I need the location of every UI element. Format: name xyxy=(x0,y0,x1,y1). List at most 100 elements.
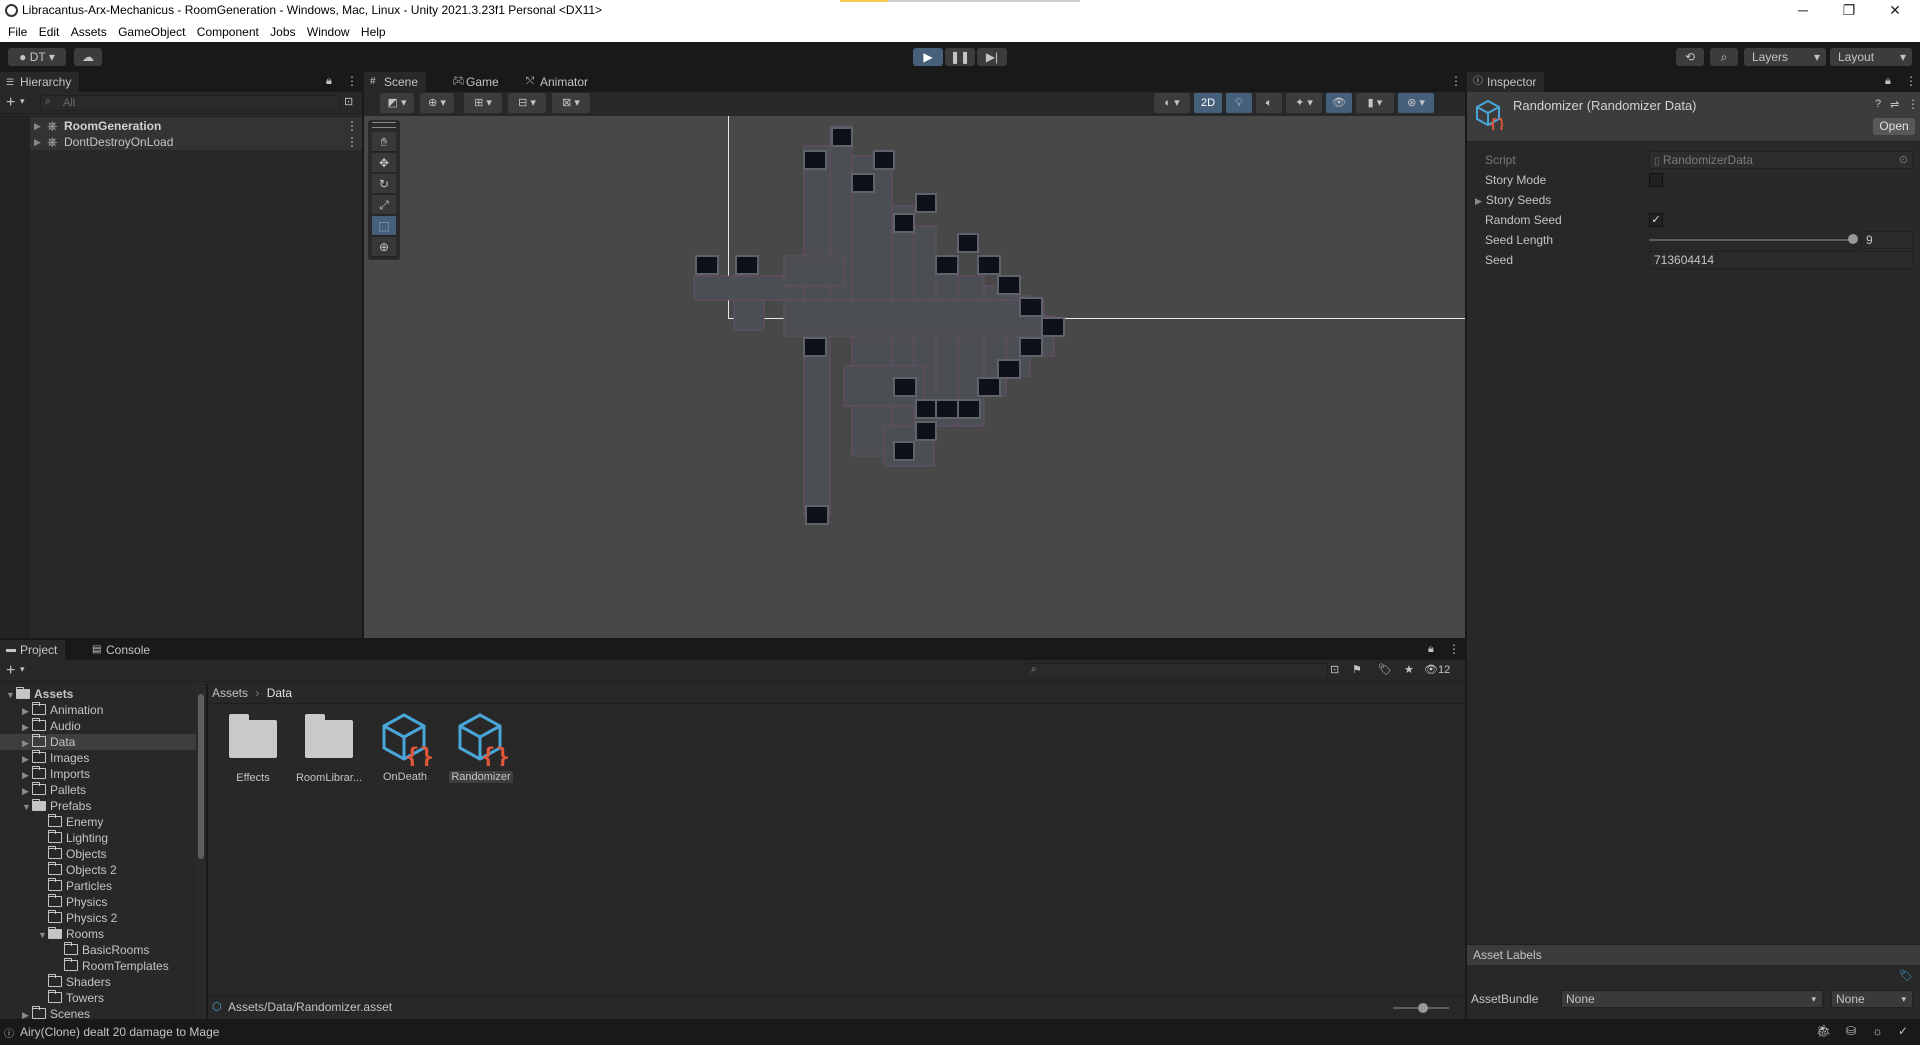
kebab-menu-icon[interactable]: ⋮ xyxy=(1448,642,1460,656)
project-tree-item[interactable]: ▼ Prefabs xyxy=(0,798,196,814)
project-tree-item[interactable]: Objects xyxy=(0,846,196,862)
filter-by-label-icon[interactable]: 🏷︎ xyxy=(1378,663,1392,676)
chevron-right-icon[interactable]: ▶ xyxy=(22,751,32,767)
chevron-right-icon[interactable]: ▶ xyxy=(22,735,32,751)
kebab-menu-icon[interactable]: ⋮ xyxy=(346,74,358,88)
random-seed-checkbox[interactable]: ✓ xyxy=(1649,213,1663,227)
increment-snap-dropdown[interactable]: ⊟ ▾ xyxy=(508,93,546,113)
lock-icon[interactable]: 🔒︎ xyxy=(1428,643,1434,656)
tree-scrollbar[interactable] xyxy=(196,684,206,1019)
breadcrumb-assets[interactable]: Assets xyxy=(212,686,248,700)
audio-toggle-icon[interactable]: 🔈︎ xyxy=(1256,93,1282,113)
rect-tool-icon[interactable]: ⬚ xyxy=(372,216,396,236)
search-by-type-icon[interactable]: ⊡ xyxy=(1330,663,1339,676)
hidden-packages-icon[interactable]: 👁︎12 xyxy=(1424,663,1450,676)
label-tag-icon[interactable]: 🏷︎ xyxy=(1899,969,1913,982)
2d-toggle-button[interactable]: 2D xyxy=(1194,93,1222,113)
story-mode-checkbox[interactable] xyxy=(1649,173,1663,187)
search-button[interactable]: ⌕ xyxy=(1710,48,1738,66)
project-tree-item[interactable]: ▼ Rooms xyxy=(0,926,196,942)
favorite-star-icon[interactable]: ★ xyxy=(1404,663,1414,676)
cache-server-icon[interactable]: ⛁ xyxy=(1846,1024,1856,1038)
global-dropdown[interactable]: ⊕ ▾ xyxy=(420,93,454,113)
layers-dropdown[interactable]: Layers ▾ xyxy=(1744,48,1826,66)
project-tree-item[interactable]: Physics 2 xyxy=(0,910,196,926)
seed-length-slider-track[interactable] xyxy=(1649,239,1853,241)
scene-viewport[interactable]: ✋︎ ✥ ↻ ⤢ ⬚ ⊕ xyxy=(364,116,1465,638)
chevron-right-icon[interactable]: ▶ xyxy=(22,719,32,735)
transform-tool-icon[interactable]: ⊕ xyxy=(372,237,396,257)
lock-icon[interactable]: 🔒︎ xyxy=(1885,75,1891,88)
menu-jobs[interactable]: Jobs xyxy=(270,22,295,39)
project-tree-item[interactable]: Shaders xyxy=(0,974,196,990)
project-tree-item[interactable]: ▶ Data xyxy=(0,734,196,750)
check-icon[interactable]: ✓ xyxy=(1898,1024,1908,1038)
add-icon[interactable]: + xyxy=(6,662,15,680)
menu-help[interactable]: Help xyxy=(361,22,386,39)
project-tree-item[interactable]: ▼ Assets xyxy=(0,686,196,702)
auto-generate-lighting-icon[interactable]: ☼ xyxy=(1872,1024,1883,1038)
shading-mode-dropdown[interactable]: ◐ ▾ xyxy=(1154,93,1190,113)
effects-dropdown[interactable]: ✦ ▾ xyxy=(1286,93,1322,113)
seed-length-field[interactable]: 9 xyxy=(1861,231,1913,249)
story-seeds-row[interactable]: ▶ Story Seeds xyxy=(1475,190,1551,210)
menu-assets[interactable]: Assets xyxy=(71,22,107,39)
open-button[interactable]: Open xyxy=(1873,118,1915,135)
chevron-down-icon[interactable]: ▼ xyxy=(22,799,32,815)
camera-dropdown[interactable]: ▮ ▾ xyxy=(1356,93,1394,113)
project-tree-item[interactable]: Towers xyxy=(0,990,196,1006)
history-button[interactable]: ⟲ xyxy=(1676,48,1704,66)
menu-file[interactable]: File xyxy=(8,22,27,39)
account-button[interactable]: ● DT ▾ xyxy=(8,48,66,66)
draw-mode-dropdown[interactable]: ◩ ▾ xyxy=(380,93,414,113)
tree-scrollbar-thumb[interactable] xyxy=(198,694,204,859)
asset-roomlibrary[interactable]: RoomLibrar... xyxy=(294,710,364,784)
foldout-arrow-icon[interactable]: ▶ xyxy=(34,118,41,134)
project-tree-item[interactable]: ▶ Audio xyxy=(0,718,196,734)
chevron-down-icon[interactable]: ▼ xyxy=(6,687,16,703)
project-tree-item[interactable]: Enemy xyxy=(0,814,196,830)
minimize-button[interactable]: ─ xyxy=(1780,0,1826,22)
breadcrumb-data[interactable]: Data xyxy=(267,686,292,700)
drag-handle-icon[interactable] xyxy=(372,122,396,128)
bug-icon[interactable]: 🐞︎ xyxy=(1816,1024,1831,1038)
cloud-button[interactable]: ☁ xyxy=(74,48,102,66)
assetbundle-dropdown[interactable]: None ▾ xyxy=(1561,990,1823,1008)
tab-project[interactable]: ▬ Project xyxy=(0,640,66,660)
project-tree-item[interactable]: RoomTemplates xyxy=(0,958,196,974)
foldout-arrow-icon[interactable]: ▶ xyxy=(1475,196,1482,206)
seed-length-slider-knob[interactable] xyxy=(1848,234,1858,244)
rotate-tool-icon[interactable]: ↻ xyxy=(372,174,396,194)
assetbundle-variant-dropdown[interactable]: None ▾ xyxy=(1831,990,1913,1008)
project-search-input[interactable]: ⌕ xyxy=(1026,663,1328,679)
maximize-button[interactable]: ❐ xyxy=(1826,0,1872,22)
hand-tool-icon[interactable]: ✋︎ xyxy=(372,132,396,152)
kebab-menu-icon[interactable]: ⋮ xyxy=(1905,74,1917,88)
seed-input[interactable]: 713604414 xyxy=(1649,251,1913,269)
project-tree-item[interactable]: Physics xyxy=(0,894,196,910)
project-tree-item[interactable]: ▶ Animation xyxy=(0,702,196,718)
lock-icon[interactable]: 🔒︎ xyxy=(326,75,332,88)
project-tree-item[interactable]: ▶ Scenes xyxy=(0,1006,196,1019)
project-tree-item[interactable]: Lighting xyxy=(0,830,196,846)
tab-inspector[interactable]: ⓘ Inspector xyxy=(1467,72,1545,92)
project-tree-item[interactable]: BasicRooms xyxy=(0,942,196,958)
status-message[interactable]: Airy(Clone) dealt 20 damage to Mage xyxy=(20,1025,219,1039)
tab-animator[interactable]: ⤲ Animator xyxy=(520,72,596,92)
project-tree-item[interactable]: ▶ Images xyxy=(0,750,196,766)
lighting-toggle-icon[interactable]: 💡︎ xyxy=(1226,93,1252,113)
menu-component[interactable]: Component xyxy=(197,22,259,39)
chevron-down-icon[interactable]: ▾ xyxy=(20,96,25,107)
presets-icon[interactable]: ⇌ xyxy=(1890,98,1899,111)
tab-hierarchy[interactable]: ☰ Hierarchy xyxy=(0,72,80,92)
chevron-right-icon[interactable]: ▶ xyxy=(22,767,32,783)
kebab-menu-icon[interactable]: ⋮ xyxy=(1450,74,1462,88)
hierarchy-search-input[interactable]: ⌕ All xyxy=(40,95,340,111)
asset-randomizer[interactable]: {} Randomizer xyxy=(446,710,516,783)
project-tree-item[interactable]: ▶ Imports xyxy=(0,766,196,782)
scale-tool-icon[interactable]: ⤢ xyxy=(372,195,396,215)
layout-dropdown[interactable]: Layout ▾ xyxy=(1830,48,1912,66)
project-tree-item[interactable]: Objects 2 xyxy=(0,862,196,878)
search-filter-icon[interactable]: ⊡ xyxy=(344,95,353,108)
menu-edit[interactable]: Edit xyxy=(39,22,60,39)
